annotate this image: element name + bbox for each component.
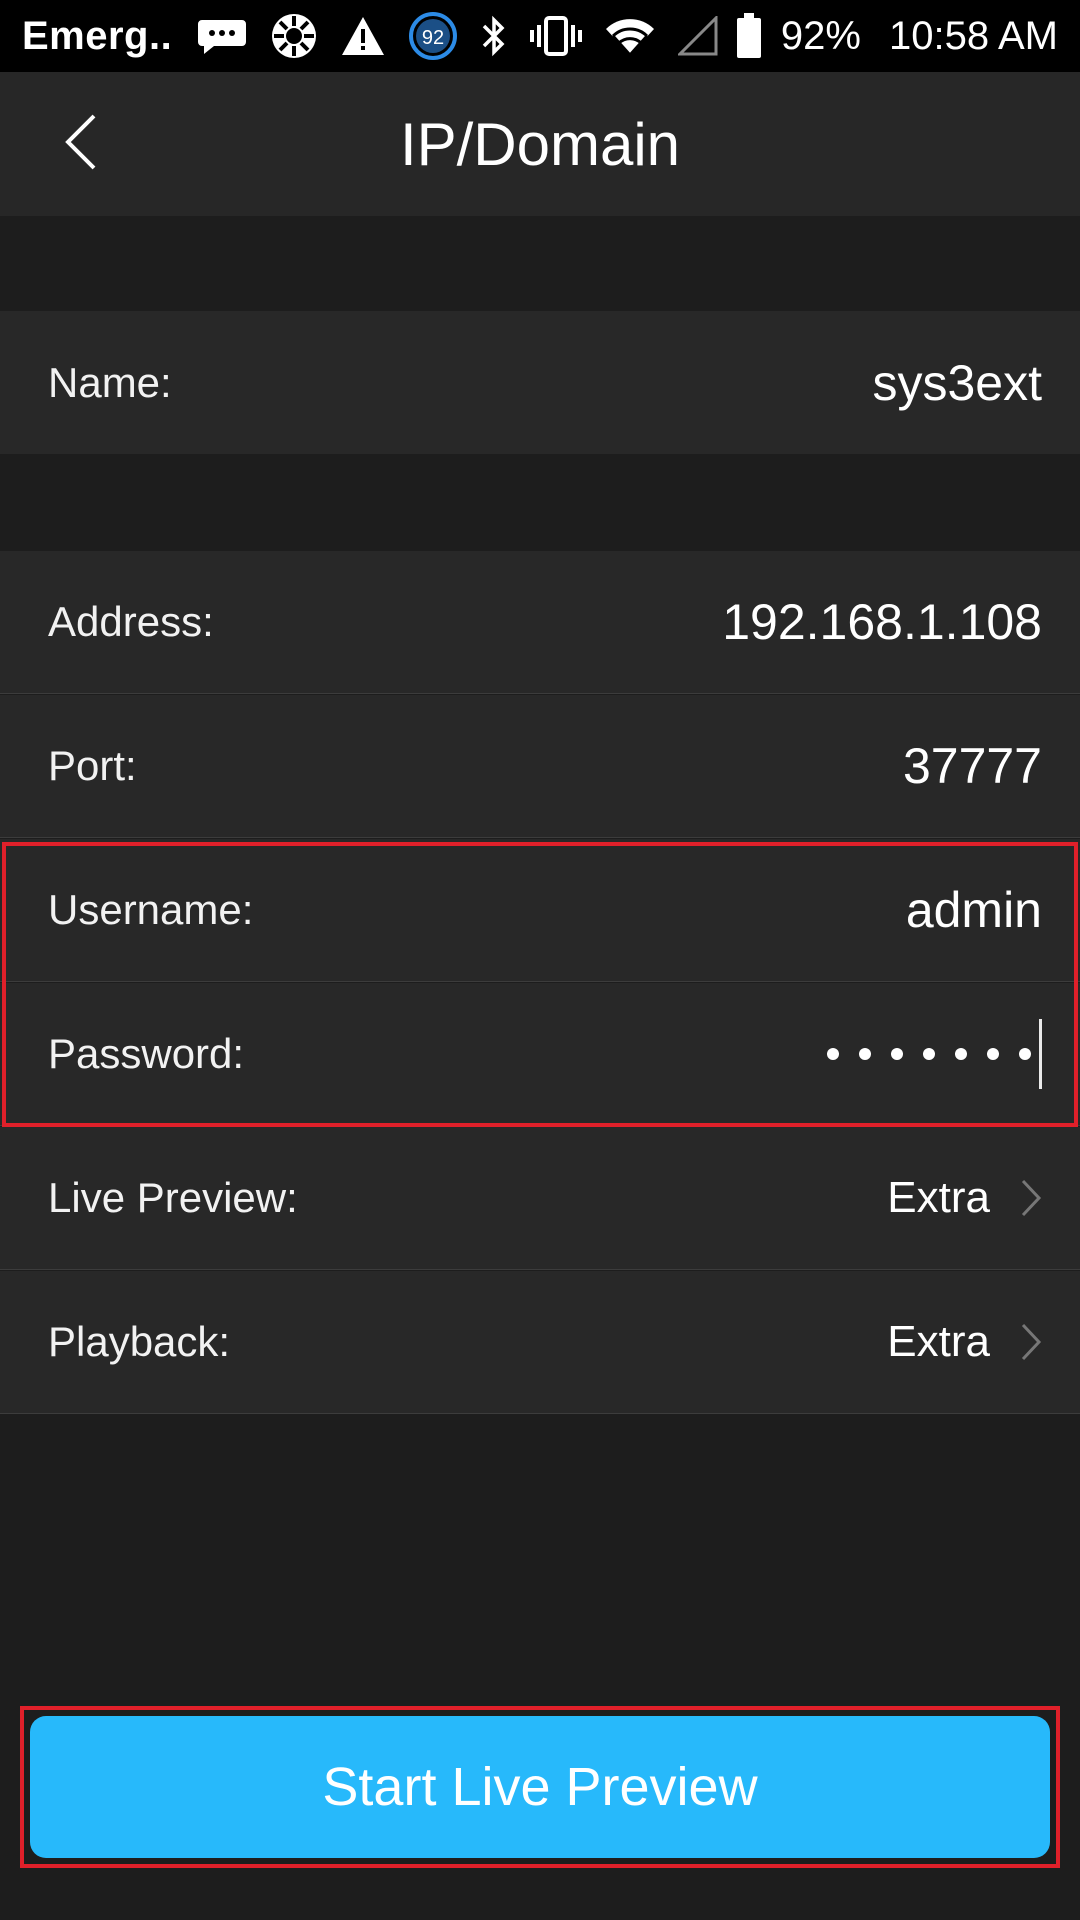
chevron-right-icon [1020, 1178, 1042, 1218]
wifi-icon [604, 12, 656, 60]
battery-percent: 92% [780, 13, 861, 58]
name-row[interactable]: Name: sys3ext [0, 311, 1080, 454]
start-live-preview-button[interactable]: Start Live Preview [30, 1716, 1050, 1858]
status-right: 92% 10:58 AM [735, 12, 1058, 60]
signal-icon [678, 12, 718, 60]
playback-row[interactable]: Playback: Extra [0, 1271, 1080, 1414]
password-mask-dot [827, 1048, 839, 1060]
name-label: Name: [48, 358, 172, 406]
back-button[interactable] [48, 112, 112, 176]
status-bar: Emerg.. 92 92% 10:58 AM [0, 0, 1080, 72]
battery-icon [735, 12, 763, 60]
warning-icon [340, 12, 386, 60]
notification-icons: 92 [196, 12, 718, 60]
text-cursor [1039, 1019, 1042, 1089]
password-mask-dot [859, 1048, 871, 1060]
password-label: Password: [48, 1030, 245, 1077]
password-mask-dot [955, 1048, 967, 1060]
username-label: Username: [48, 886, 254, 933]
address-label: Address: [48, 598, 214, 645]
live-preview-value: Extra [887, 1173, 990, 1222]
live-preview-row[interactable]: Live Preview: Extra [0, 1127, 1080, 1270]
badge-number: 92 [422, 27, 444, 49]
name-field[interactable]: sys3ext [872, 354, 1042, 412]
username-field[interactable]: admin [906, 881, 1042, 939]
chevron-right-icon [1020, 1322, 1042, 1362]
settings-app-icon [270, 12, 318, 60]
live-preview-label: Live Preview: [48, 1174, 298, 1221]
password-mask-dot [923, 1048, 935, 1060]
port-field[interactable]: 37777 [903, 737, 1042, 795]
playback-value: Extra [887, 1317, 990, 1366]
port-row[interactable]: Port: 37777 [0, 695, 1080, 838]
password-row[interactable]: Password: [0, 983, 1080, 1126]
username-row[interactable]: Username: admin [0, 839, 1080, 982]
playback-label: Playback: [48, 1318, 231, 1365]
port-label: Port: [48, 742, 137, 789]
vibrate-icon [530, 12, 583, 60]
address-field[interactable]: 192.168.1.108 [722, 593, 1042, 651]
carrier-label: Emerg.. [22, 13, 173, 58]
message-icon [196, 12, 248, 60]
clock: 10:58 AM [888, 13, 1058, 58]
bluetooth-icon [480, 12, 508, 60]
chevron-left-icon [60, 112, 100, 177]
app-header: IP/Domain [0, 72, 1080, 216]
address-row[interactable]: Address: 192.168.1.108 [0, 551, 1080, 694]
password-mask-dot [1019, 1048, 1031, 1060]
badge-icon: 92 [408, 12, 458, 60]
page-title: IP/Domain [399, 110, 681, 178]
password-mask-dot [891, 1048, 903, 1060]
password-mask-dot [987, 1048, 999, 1060]
password-field[interactable] [827, 1048, 1033, 1060]
